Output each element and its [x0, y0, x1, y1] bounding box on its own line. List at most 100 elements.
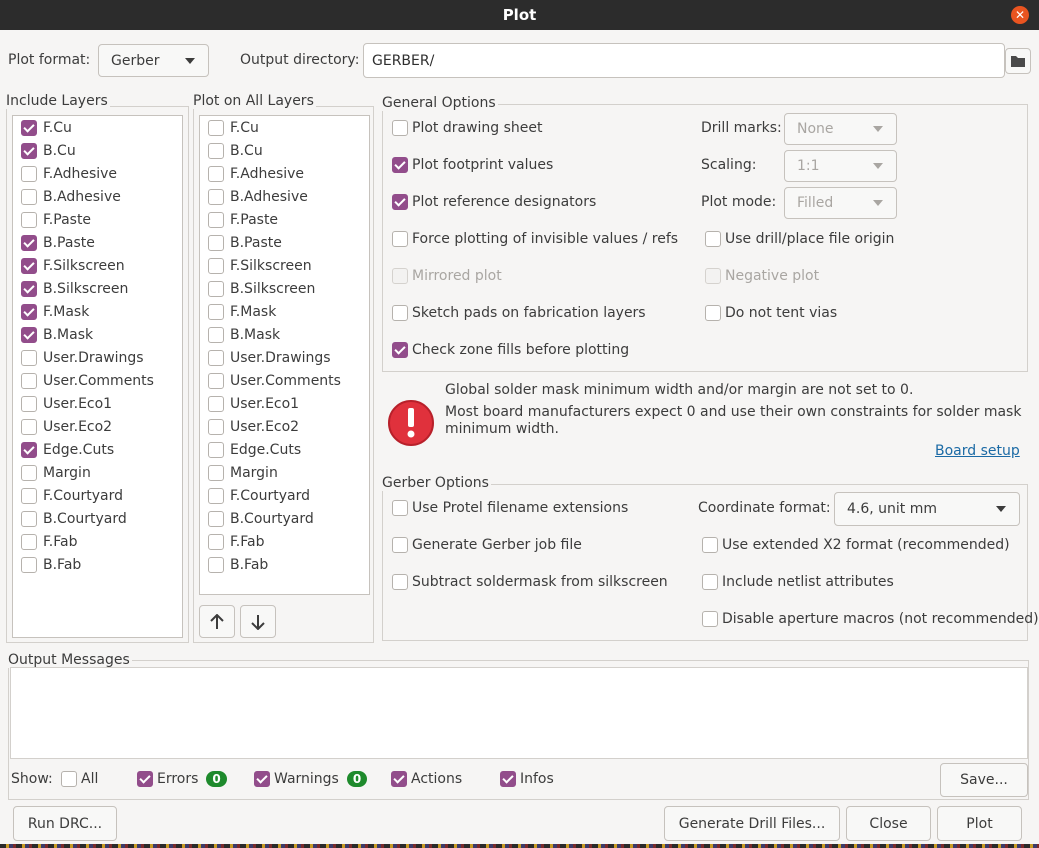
layer-checkbox[interactable] [208, 442, 224, 458]
layer-checkbox[interactable] [21, 327, 37, 343]
layer-list-item[interactable]: B.Adhesive [21, 187, 121, 207]
layer-checkbox[interactable] [21, 419, 37, 435]
option-checkbox[interactable]: Do not tent vias [705, 305, 837, 321]
layer-checkbox[interactable] [208, 235, 224, 251]
plot-mode-dropdown[interactable]: Filled [784, 187, 897, 219]
layer-checkbox[interactable] [208, 143, 224, 159]
layer-list-item[interactable]: User.Comments [21, 371, 154, 391]
layer-checkbox[interactable] [208, 327, 224, 343]
layer-list-item[interactable]: F.Courtyard [21, 486, 123, 506]
layer-list-item[interactable]: B.Cu [208, 141, 263, 161]
layer-checkbox[interactable] [21, 488, 37, 504]
close-button[interactable]: Close [846, 806, 931, 841]
filter-errors-checkbox[interactable]: Errors 0 [137, 771, 227, 787]
move-up-button[interactable] [199, 605, 235, 638]
layer-checkbox[interactable] [208, 534, 224, 550]
layer-list-item[interactable]: B.Courtyard [21, 509, 127, 529]
option-checkbox[interactable]: Plot reference designators [392, 194, 596, 210]
layer-checkbox[interactable] [208, 511, 224, 527]
option-checkbox[interactable]: Use extended X2 format (recommended) [702, 537, 1010, 553]
layer-checkbox[interactable] [21, 534, 37, 550]
scaling-dropdown[interactable]: 1:1 [784, 150, 897, 182]
checkbox[interactable] [702, 611, 718, 627]
save-messages-button[interactable]: Save... [940, 763, 1028, 797]
output-directory-input[interactable]: GERBER/ [363, 43, 1005, 78]
layer-checkbox[interactable] [21, 166, 37, 182]
layer-list-item[interactable]: F.Silkscreen [208, 256, 312, 276]
checkbox[interactable] [392, 194, 408, 210]
layer-list-item[interactable]: User.Drawings [21, 348, 144, 368]
layer-checkbox[interactable] [21, 235, 37, 251]
layer-checkbox[interactable] [21, 396, 37, 412]
layer-list-item[interactable]: User.Eco1 [208, 394, 299, 414]
layer-checkbox[interactable] [208, 350, 224, 366]
browse-folder-button[interactable] [1005, 48, 1031, 74]
plot-all-layers-list[interactable]: F.Cu B.Cu F.Adhesive B.Adhesive F.Paste B.Pas… [199, 115, 370, 595]
layer-list-item[interactable]: F.Cu [21, 118, 72, 138]
generate-drill-files-button[interactable]: Generate Drill Files... [664, 806, 840, 841]
layer-checkbox[interactable] [21, 442, 37, 458]
checkbox[interactable] [254, 771, 270, 787]
layer-checkbox[interactable] [208, 304, 224, 320]
layer-checkbox[interactable] [208, 281, 224, 297]
layer-checkbox[interactable] [208, 166, 224, 182]
layer-checkbox[interactable] [208, 488, 224, 504]
layer-checkbox[interactable] [21, 281, 37, 297]
layer-checkbox[interactable] [21, 373, 37, 389]
layer-checkbox[interactable] [208, 189, 224, 205]
layer-list-item[interactable]: B.Silkscreen [208, 279, 315, 299]
option-checkbox[interactable]: Plot drawing sheet [392, 120, 543, 136]
layer-list-item[interactable]: F.Silkscreen [21, 256, 125, 276]
layer-list-item[interactable]: F.Fab [208, 532, 265, 552]
checkbox[interactable] [500, 771, 516, 787]
checkbox[interactable] [137, 771, 153, 787]
coordinate-format-dropdown[interactable]: 4.6, unit mm [834, 492, 1020, 526]
run-drc-button[interactable]: Run DRC... [13, 806, 117, 841]
filter-infos-checkbox[interactable]: Infos [500, 771, 554, 787]
layer-checkbox[interactable] [21, 189, 37, 205]
layer-checkbox[interactable] [21, 465, 37, 481]
layer-list-item[interactable]: F.Cu [208, 118, 259, 138]
option-checkbox[interactable]: Use drill/place file origin [705, 231, 894, 247]
layer-checkbox[interactable] [21, 557, 37, 573]
option-checkbox[interactable]: Generate Gerber job file [392, 537, 582, 553]
checkbox[interactable] [392, 157, 408, 173]
layer-list-item[interactable]: User.Eco2 [21, 417, 112, 437]
plot-button[interactable]: Plot [937, 806, 1022, 841]
layer-checkbox[interactable] [208, 258, 224, 274]
checkbox[interactable] [705, 268, 721, 284]
layer-checkbox[interactable] [208, 373, 224, 389]
checkbox[interactable] [391, 771, 407, 787]
layer-list-item[interactable]: User.Eco1 [21, 394, 112, 414]
layer-checkbox[interactable] [21, 143, 37, 159]
layer-checkbox[interactable] [208, 419, 224, 435]
checkbox[interactable] [705, 231, 721, 247]
layer-checkbox[interactable] [21, 511, 37, 527]
layer-list-item[interactable]: B.Courtyard [208, 509, 314, 529]
layer-checkbox[interactable] [208, 120, 224, 136]
filter-all-checkbox[interactable]: All [61, 771, 98, 787]
checkbox[interactable] [392, 574, 408, 590]
include-layers-list[interactable]: F.Cu B.Cu F.Adhesive B.Adhesive F.Paste B.Pas… [12, 115, 183, 638]
checkbox[interactable] [392, 268, 408, 284]
output-messages-area[interactable] [10, 667, 1028, 759]
layer-list-item[interactable]: Margin [208, 463, 278, 483]
layer-list-item[interactable]: B.Mask [21, 325, 93, 345]
option-checkbox[interactable]: Check zone fills before plotting [392, 342, 629, 358]
layer-list-item[interactable]: User.Drawings [208, 348, 331, 368]
layer-list-item[interactable]: F.Fab [21, 532, 78, 552]
checkbox[interactable] [702, 537, 718, 553]
layer-list-item[interactable]: B.Cu [21, 141, 76, 161]
layer-list-item[interactable]: F.Courtyard [208, 486, 310, 506]
move-down-button[interactable] [240, 605, 276, 638]
option-checkbox[interactable]: Subtract soldermask from silkscreen [392, 574, 668, 590]
layer-checkbox[interactable] [208, 465, 224, 481]
filter-actions-checkbox[interactable]: Actions [391, 771, 462, 787]
plot-format-dropdown[interactable]: Gerber [98, 44, 209, 77]
layer-checkbox[interactable] [208, 396, 224, 412]
option-checkbox[interactable]: Mirrored plot [392, 268, 502, 284]
checkbox[interactable] [392, 500, 408, 516]
layer-list-item[interactable]: Edge.Cuts [208, 440, 301, 460]
layer-list-item[interactable]: Margin [21, 463, 91, 483]
layer-checkbox[interactable] [21, 304, 37, 320]
